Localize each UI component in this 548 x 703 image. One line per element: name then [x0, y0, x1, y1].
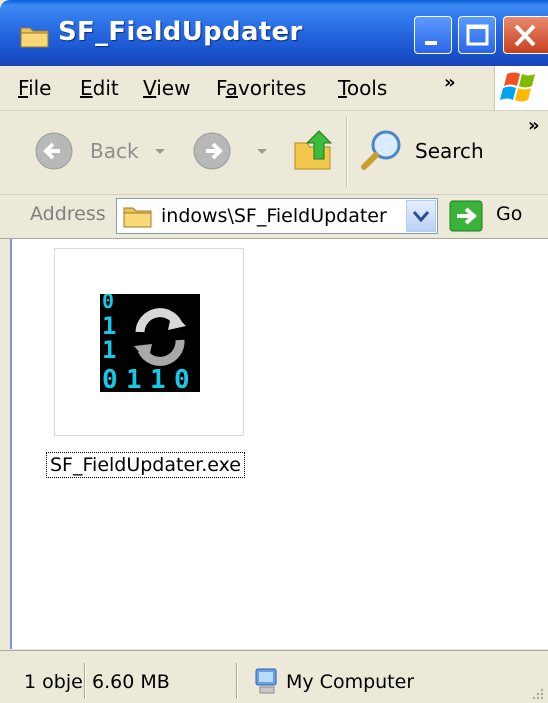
menu-edit[interactable]: Edit [80, 76, 119, 100]
address-dropdown-button[interactable] [406, 200, 436, 232]
search-icon [361, 130, 401, 170]
menu-favorites[interactable]: Favorites [216, 76, 306, 100]
status-divider [84, 663, 86, 699]
icon-digit: 1 [102, 336, 116, 364]
back-label: Back [90, 139, 139, 163]
menu-tools[interactable]: Tools [338, 76, 387, 100]
menu-file[interactable]: File [18, 76, 51, 100]
status-size: 6.60 MB [92, 671, 170, 693]
explorer-window: SF_FieldUpdater File Edit View Favorites… [0, 0, 548, 703]
windows-logo [494, 66, 548, 110]
chevron-down-icon [257, 149, 267, 154]
address-bar: Address indows\SF_FieldUpdater Go [0, 195, 548, 239]
window-title: SF_FieldUpdater [58, 17, 303, 47]
icon-digit: 1 [150, 365, 166, 392]
binary-refresh-icon: 0 1 1 0 1 1 0 [100, 294, 200, 392]
menu-bar: File Edit View Favorites Tools » [0, 66, 548, 111]
title-bar[interactable]: SF_FieldUpdater [0, 0, 548, 66]
close-button[interactable] [503, 16, 548, 54]
status-divider [236, 663, 238, 699]
status-zone: My Computer [286, 671, 415, 693]
back-button[interactable]: Back [34, 131, 180, 171]
go-button[interactable] [449, 200, 483, 232]
address-value: indows\SF_FieldUpdater [161, 205, 387, 227]
standard-toolbar: Back Search » [0, 111, 548, 195]
search-label: Search [415, 139, 484, 163]
maximize-button[interactable] [458, 16, 496, 54]
up-folder-icon[interactable] [292, 129, 334, 173]
status-object-count: 1 obje [24, 671, 82, 693]
windows-flag-icon [500, 72, 535, 102]
folder-icon [123, 207, 152, 228]
icon-digit: 1 [126, 365, 142, 392]
file-view[interactable]: 0 1 1 0 1 1 0 SF_FieldUpdater.exe [10, 239, 548, 649]
file-name[interactable]: SF_FieldUpdater.exe [46, 452, 245, 478]
go-label[interactable]: Go [496, 203, 522, 225]
chevron-down-icon [155, 149, 165, 154]
maximize-icon [466, 24, 489, 46]
menu-view[interactable]: View [143, 76, 190, 100]
toolbar-separator [346, 117, 348, 187]
icon-digit: 0 [174, 365, 190, 392]
status-bar: 1 obje 6.60 MB My Computer [0, 650, 548, 703]
file-thumbnail[interactable]: 0 1 1 0 1 1 0 [54, 248, 244, 436]
forward-arrow-icon [193, 132, 231, 170]
menu-overflow-chevron[interactable]: » [444, 72, 456, 93]
go-arrow-icon [449, 200, 483, 232]
toolbar-overflow-chevron[interactable]: » [528, 115, 540, 136]
address-field[interactable]: indows\SF_FieldUpdater [116, 198, 438, 234]
my-computer-icon [255, 668, 277, 694]
folder-icon [20, 27, 49, 48]
forward-button[interactable] [192, 131, 272, 171]
icon-digit: 0 [102, 294, 114, 313]
minimize-button[interactable] [414, 16, 452, 54]
search-button[interactable]: Search [360, 127, 500, 175]
resize-grip-icon[interactable] [530, 686, 544, 700]
back-arrow-icon [35, 132, 73, 170]
icon-digit: 0 [102, 365, 118, 392]
chevron-down-icon [412, 211, 430, 223]
address-label: Address [30, 203, 106, 225]
minimize-icon [425, 41, 437, 45]
close-icon [514, 24, 536, 47]
